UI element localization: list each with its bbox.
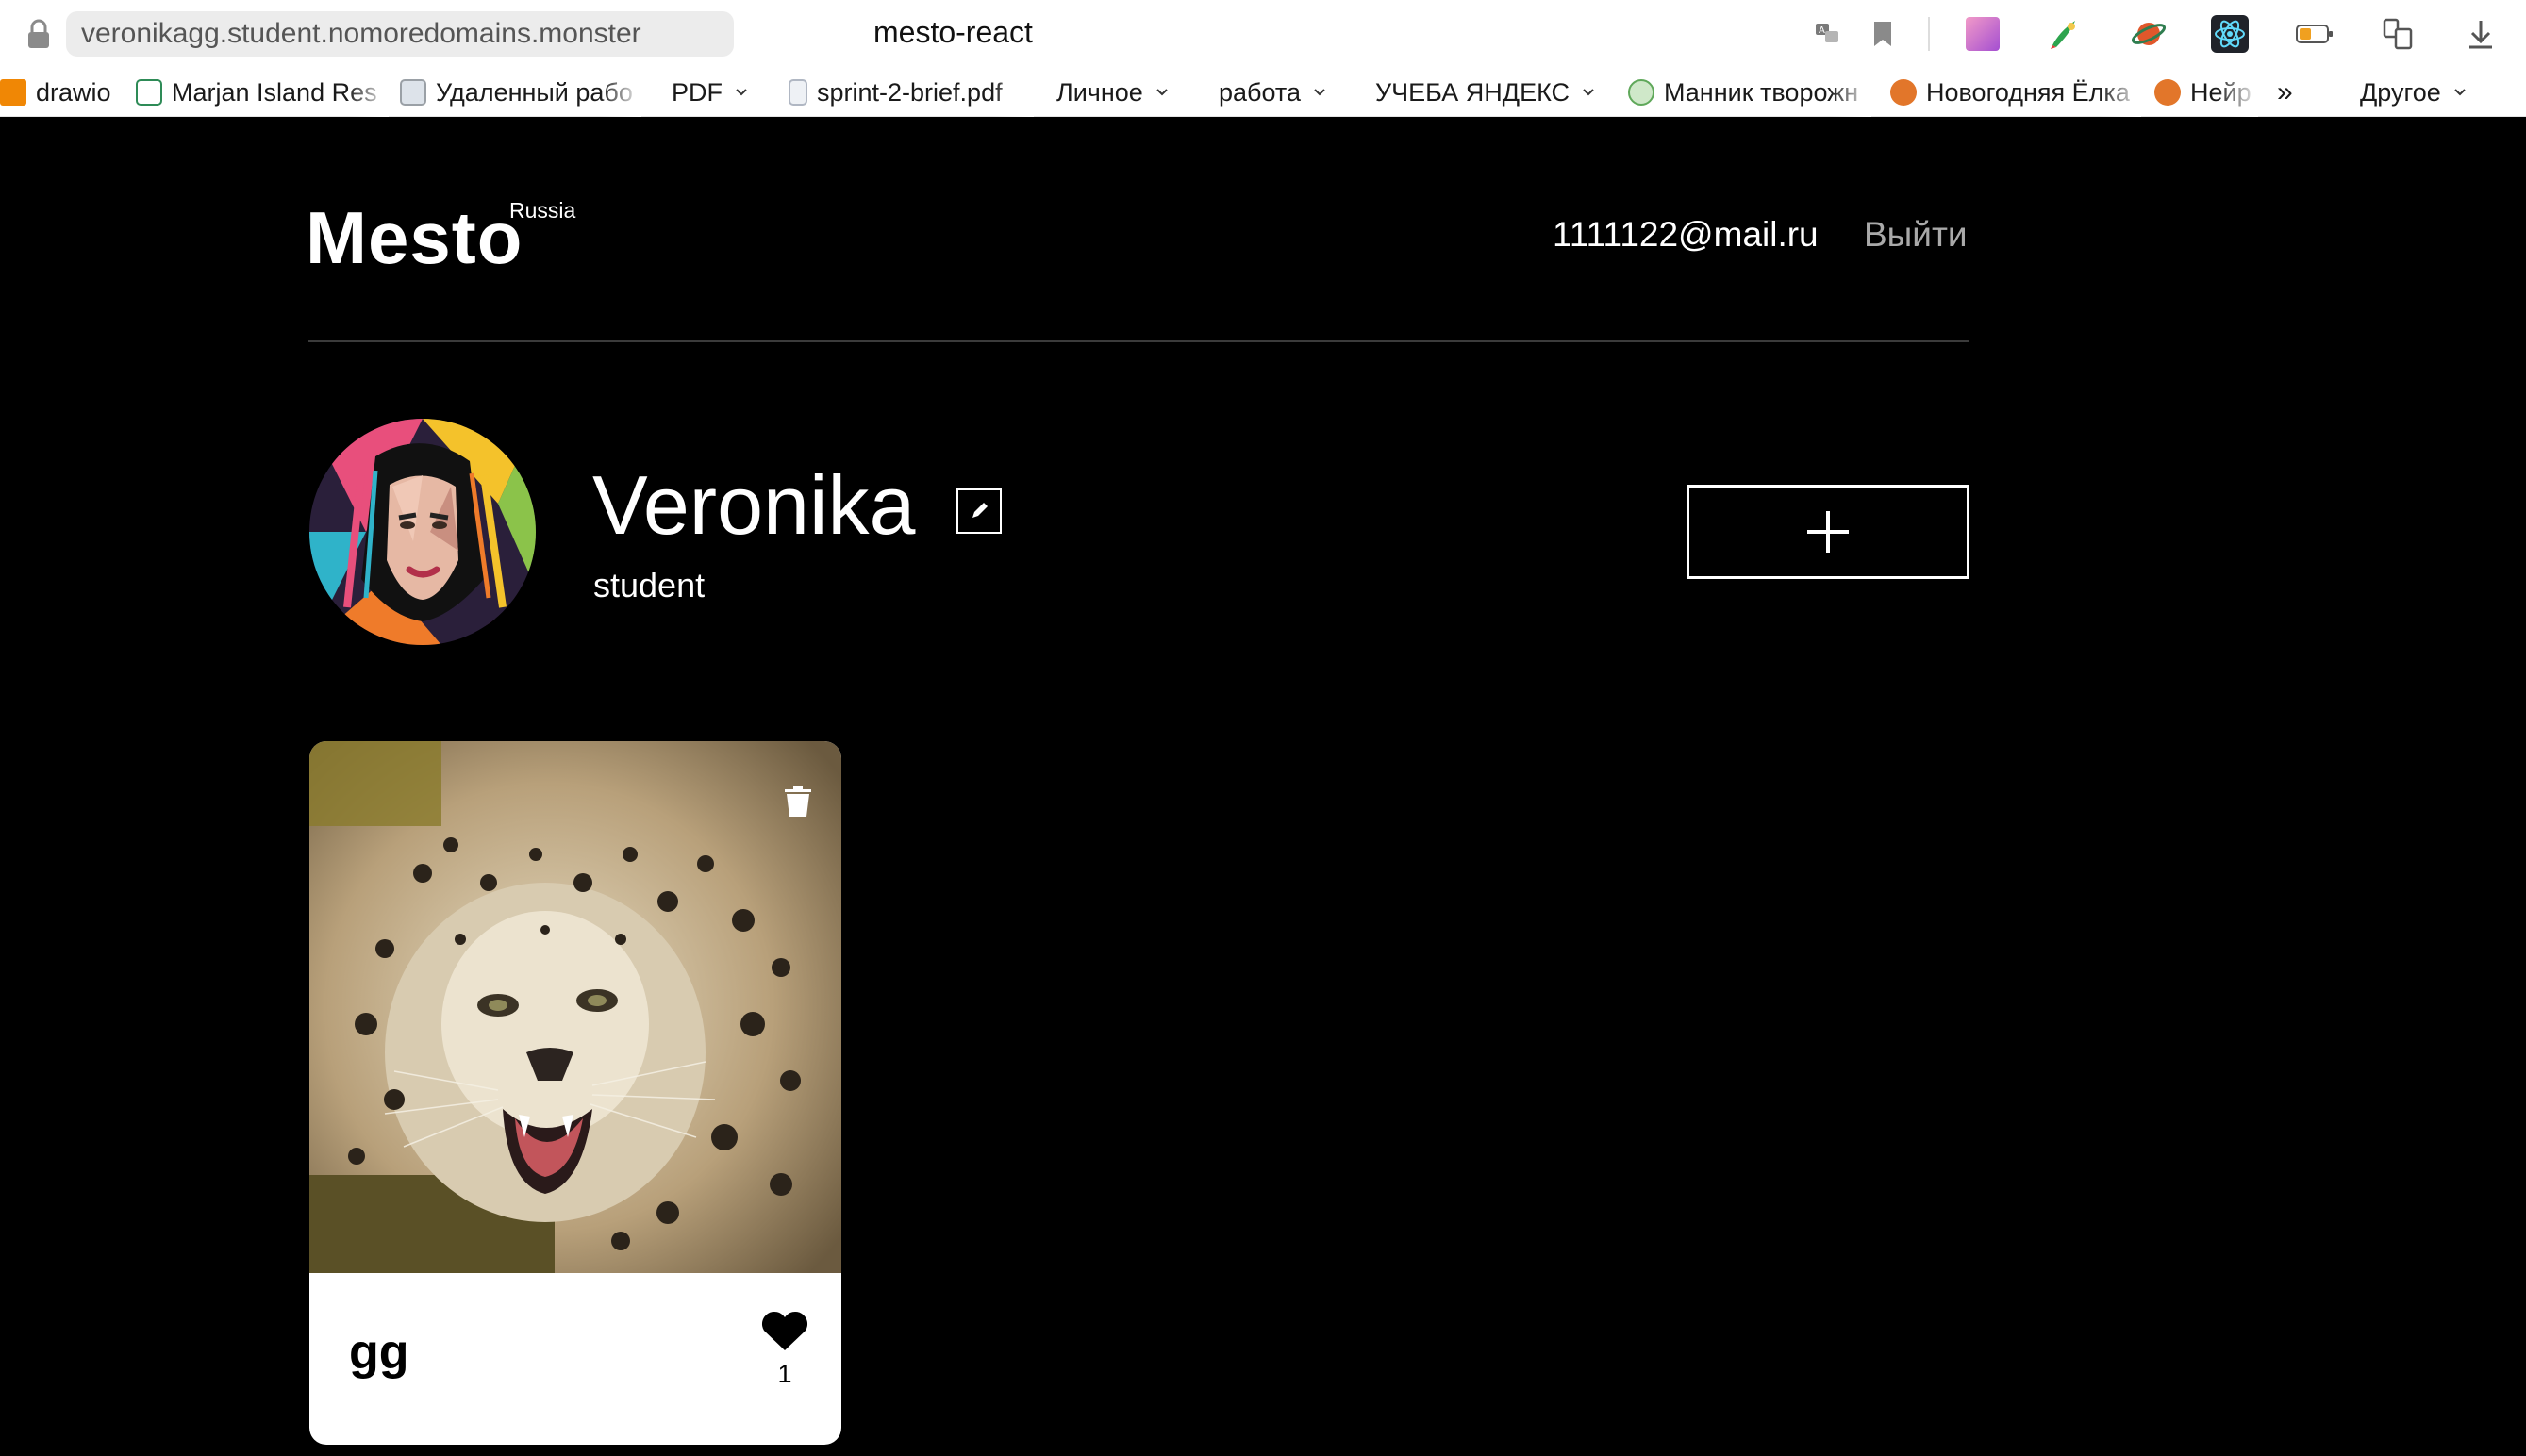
card-title: gg bbox=[349, 1325, 409, 1380]
like-button[interactable] bbox=[758, 1311, 811, 1352]
snow-leopard-photo bbox=[309, 741, 841, 1273]
bookmark-fade bbox=[347, 68, 389, 117]
chevron-double-right-icon: » bbox=[2277, 76, 2293, 108]
bookmarks-more-button[interactable]: » bbox=[2277, 68, 2309, 117]
bookmark-folder-work[interactable]: работа bbox=[1219, 68, 1339, 117]
drawio-icon bbox=[0, 79, 26, 106]
edit-profile-button[interactable] bbox=[956, 488, 1002, 534]
site-logo[interactable]: Mesto bbox=[306, 200, 523, 275]
extension-planet-icon[interactable] bbox=[2130, 15, 2168, 53]
reader-icon[interactable] bbox=[2379, 15, 2417, 53]
bookmark-label: Marjan Island Res bbox=[172, 77, 377, 107]
plus-icon bbox=[1807, 511, 1849, 553]
bookmark-fade bbox=[2217, 68, 2258, 117]
bookmark-folder-personal[interactable]: Личное bbox=[1056, 68, 1185, 117]
logout-link[interactable]: Выйти bbox=[1864, 215, 1968, 255]
svg-text:A: A bbox=[1819, 25, 1825, 36]
bookmark-label: PDF bbox=[672, 77, 723, 107]
bookmark-label: УЧЕБА ЯНДЕКС bbox=[1375, 77, 1570, 107]
download-icon[interactable] bbox=[2462, 15, 2500, 53]
browser-toolbar: veronikagg.student.nomoredomains.monster… bbox=[0, 0, 2526, 68]
bookmark-fade bbox=[600, 68, 641, 117]
page-content: Mesto Russia 1111122@mail.ru Выйти Veron… bbox=[0, 117, 2526, 1456]
profile-name: Veronika bbox=[592, 458, 916, 552]
chevron-down-icon bbox=[1583, 89, 1594, 96]
extension-brush-icon[interactable] bbox=[2045, 15, 2083, 53]
place-card: gg 1 bbox=[309, 741, 841, 1445]
chevron-down-icon bbox=[1156, 89, 1168, 96]
header-divider bbox=[308, 340, 1969, 342]
trash-icon bbox=[785, 786, 811, 817]
tree-icon bbox=[1890, 79, 1917, 106]
hotel-icon bbox=[136, 79, 162, 106]
profile-about: student bbox=[593, 566, 706, 604]
bookmark-label: sprint-2-brief.pdf bbox=[817, 77, 1003, 107]
pdf-file-icon bbox=[789, 79, 807, 106]
remote-work-icon bbox=[400, 79, 426, 106]
bookmark-fade bbox=[1830, 68, 1871, 117]
add-card-button[interactable] bbox=[1687, 485, 1969, 579]
bookmark-icon[interactable] bbox=[1864, 15, 1902, 53]
bookmark-fade bbox=[992, 68, 1034, 117]
toolbar-icons: A bbox=[0, 0, 2526, 68]
card-photo[interactable] bbox=[309, 741, 841, 1273]
user-email: 1111122@mail.ru bbox=[1553, 215, 1819, 254]
bookmark-drawio[interactable]: drawio bbox=[0, 68, 117, 117]
browser-window: veronikagg.student.nomoredomains.monster… bbox=[0, 0, 2526, 1456]
bookmark-marjan-island[interactable]: Marjan Island Res bbox=[136, 68, 379, 117]
logo-subtitle: Russia bbox=[509, 198, 576, 223]
chevron-down-icon bbox=[736, 89, 747, 96]
bookmark-folder-study[interactable]: УЧЕБА ЯНДЕКС bbox=[1375, 68, 1602, 117]
avatar[interactable] bbox=[309, 419, 536, 645]
heart-icon bbox=[761, 1311, 808, 1350]
extension-gradient-icon[interactable] bbox=[1964, 15, 2002, 53]
bookmark-folder-pdf[interactable]: PDF bbox=[672, 68, 772, 117]
bookmark-label: Личное bbox=[1056, 77, 1143, 107]
pencil-icon bbox=[972, 503, 988, 518]
delete-card-button[interactable] bbox=[779, 781, 817, 819]
chevron-down-icon bbox=[2454, 89, 2466, 96]
avatar-illustration bbox=[309, 419, 536, 645]
translate-icon[interactable]: A bbox=[1809, 15, 1847, 53]
chevron-down-icon bbox=[1314, 89, 1325, 96]
react-devtools-icon[interactable] bbox=[2211, 15, 2249, 53]
bookmark-label: работа bbox=[1219, 77, 1301, 107]
toolbar-separator bbox=[1928, 17, 1930, 51]
bookmarks-bar: drawio Marjan Island Res Удаленный рабо … bbox=[0, 68, 2526, 117]
bookmark-label: drawio bbox=[36, 77, 111, 107]
bookmark-label: Другое bbox=[2360, 77, 2441, 107]
bookmark-fade bbox=[2100, 68, 2141, 117]
like-count: 1 bbox=[777, 1360, 792, 1388]
bookmark-folder-other[interactable]: Другое bbox=[2360, 68, 2501, 117]
neural-icon bbox=[2154, 79, 2181, 106]
battery-icon[interactable] bbox=[2296, 15, 2334, 53]
recipe-icon bbox=[1628, 79, 1654, 106]
